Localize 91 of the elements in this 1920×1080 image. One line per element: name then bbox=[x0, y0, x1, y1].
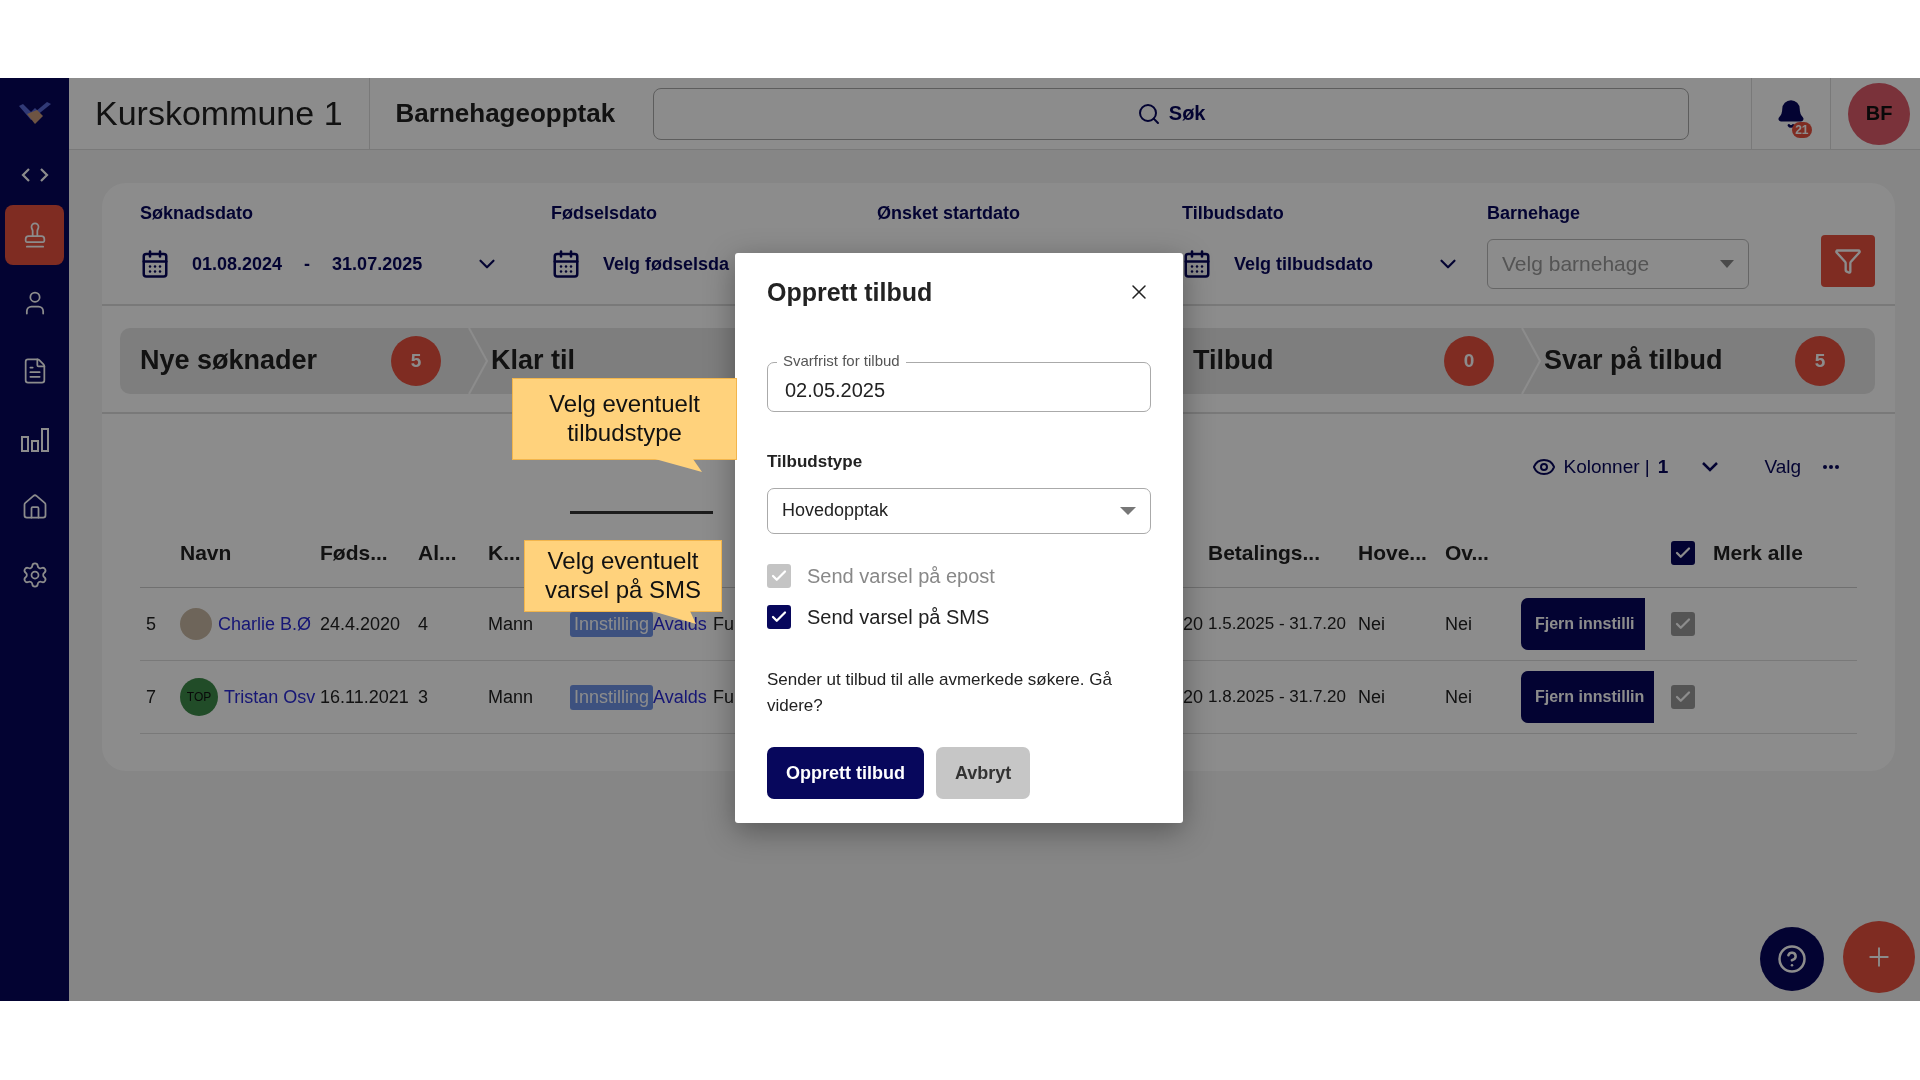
offer-type-select[interactable]: Hovedopptak bbox=[767, 487, 1151, 534]
column-header[interactable]: Ov... bbox=[1445, 541, 1489, 565]
date-picker[interactable]: Velg fødselsda bbox=[603, 253, 730, 275]
calendar-icon[interactable] bbox=[140, 249, 170, 279]
create-offer-button[interactable]: Opprett tilbud bbox=[767, 747, 924, 799]
filter-icon bbox=[1834, 247, 1862, 275]
logo-icon[interactable] bbox=[16, 101, 53, 126]
notification-badge: 21 bbox=[1792, 122, 1812, 138]
table-cell: Mann bbox=[488, 686, 534, 708]
filter-label: Tilbudsdato bbox=[1182, 203, 1285, 224]
calendar-icon[interactable] bbox=[1182, 249, 1212, 279]
module-title: Barnehageopptak bbox=[394, 98, 617, 129]
columns-label: Kolonner | bbox=[1563, 455, 1650, 478]
row-number: 7 bbox=[145, 686, 156, 708]
table-cell: 1.8.2025 - 31.7.20 bbox=[1208, 687, 1346, 707]
callout-pointer bbox=[655, 459, 705, 473]
field-value: 02.05.2025 bbox=[785, 379, 886, 403]
table-cell: 20 bbox=[1183, 686, 1204, 708]
table-cell: Nei bbox=[1445, 686, 1472, 708]
bar-chart-icon bbox=[19, 425, 50, 453]
pipeline-step[interactable]: Svar på tilbud bbox=[1544, 346, 1723, 376]
table-cell: 24.4.2020 bbox=[320, 613, 401, 635]
columns-button[interactable]: Kolonner | 1 bbox=[1525, 454, 1725, 479]
options-label: Valg bbox=[1764, 455, 1801, 478]
column-header[interactable]: K... bbox=[488, 541, 521, 565]
date-from[interactable]: 01.08.2024 bbox=[192, 253, 283, 275]
table-cell: Fu bbox=[713, 686, 734, 708]
status-tag: Innstilling bbox=[570, 611, 654, 637]
table-cell: 16.11.2021 bbox=[320, 686, 409, 708]
table-cell: 3 bbox=[418, 686, 428, 708]
remove-recommendation-button[interactable]: Fjern innstillin bbox=[1521, 671, 1655, 723]
calendar-icon[interactable] bbox=[551, 249, 581, 279]
table-cell: 4 bbox=[418, 613, 428, 635]
table-cell: Nei bbox=[1358, 686, 1385, 708]
checkbox-label: Send varsel på epost bbox=[807, 564, 995, 588]
checkbox[interactable] bbox=[767, 605, 791, 629]
table-cell: Fu bbox=[713, 613, 734, 635]
field-label: Tilbudstype bbox=[767, 451, 864, 472]
nav-item[interactable] bbox=[5, 205, 64, 265]
table-cell: 20 bbox=[1183, 613, 1204, 635]
filter-label: Barnehage bbox=[1487, 203, 1582, 224]
row-number: 5 bbox=[145, 613, 156, 635]
more-icon bbox=[1823, 464, 1839, 469]
column-header[interactable]: Al... bbox=[418, 541, 457, 565]
table-cell: Nei bbox=[1445, 613, 1472, 635]
cancel-button[interactable]: Avbryt bbox=[936, 747, 1031, 799]
status-tag: Innstilling bbox=[570, 684, 654, 710]
organization-name: Kurskommune 1 bbox=[69, 78, 370, 149]
count-badge: 0 bbox=[1444, 336, 1494, 386]
table-cell: Nei bbox=[1358, 613, 1385, 635]
filter-label: Fødselsdato bbox=[551, 203, 658, 224]
date-picker[interactable]: Velg tilbudsdato bbox=[1234, 253, 1373, 275]
kindergarten-link[interactable]: Avalds bbox=[653, 686, 707, 708]
checkbox-label: Send varsel på SMS bbox=[807, 605, 990, 629]
filter-button[interactable] bbox=[1821, 235, 1875, 287]
pipeline-step[interactable]: Klar til bbox=[491, 346, 576, 376]
table-cell: Mann bbox=[488, 613, 534, 635]
search-icon bbox=[1136, 101, 1161, 126]
applicant-link[interactable]: Tristan Osv bbox=[224, 686, 316, 708]
photo-placeholder bbox=[180, 608, 212, 640]
column-header[interactable]: Hove... bbox=[1358, 541, 1427, 565]
row-checkbox[interactable] bbox=[1671, 612, 1695, 636]
confirmation-message: Sender ut tilbud til alle avmerkede søkere. Gå videre? bbox=[767, 669, 1113, 717]
chevron-down-icon bbox=[1702, 461, 1719, 472]
options-button[interactable]: Valg bbox=[1758, 455, 1845, 478]
help-icon bbox=[1777, 944, 1807, 974]
pipeline-step[interactable]: Tilbud bbox=[1193, 346, 1274, 376]
deadline-field[interactable]: Svarfrist for tilbud 02.05.2025 bbox=[767, 351, 1151, 412]
date-to[interactable]: 31.07.2025 bbox=[332, 253, 423, 275]
search-field[interactable]: Søk bbox=[653, 87, 1690, 140]
filter-label: Ønsket startdato bbox=[877, 203, 1022, 224]
applicant-link[interactable]: Charlie B.Ø bbox=[218, 613, 312, 635]
remove-recommendation-button[interactable]: Fjern innstilli bbox=[1521, 598, 1645, 650]
column-header: Merk alle bbox=[1713, 541, 1803, 565]
filter-label: Søknadsdato bbox=[140, 203, 255, 224]
column-header[interactable]: Føds... bbox=[320, 541, 388, 565]
row-checkbox[interactable] bbox=[1671, 685, 1695, 709]
caret-icon bbox=[1120, 506, 1136, 515]
count-badge: 5 bbox=[1795, 336, 1845, 386]
select-all-checkbox[interactable] bbox=[1671, 541, 1695, 565]
caret-icon bbox=[1720, 260, 1734, 268]
column-header[interactable]: Betalings... bbox=[1208, 541, 1321, 565]
initials-avatar: TOP bbox=[180, 678, 218, 716]
date-separator: - bbox=[304, 253, 311, 275]
count-badge: 5 bbox=[391, 336, 441, 386]
code-brackets-icon[interactable] bbox=[19, 167, 50, 183]
column-header[interactable]: Navn bbox=[180, 541, 232, 565]
dialog-title: Opprett tilbud bbox=[767, 277, 933, 307]
columns-count: 1 bbox=[1657, 455, 1669, 478]
table-cell: 1.5.2025 - 31.7.20 bbox=[1208, 614, 1346, 634]
pipeline-step[interactable]: Nye søknader bbox=[140, 346, 318, 376]
